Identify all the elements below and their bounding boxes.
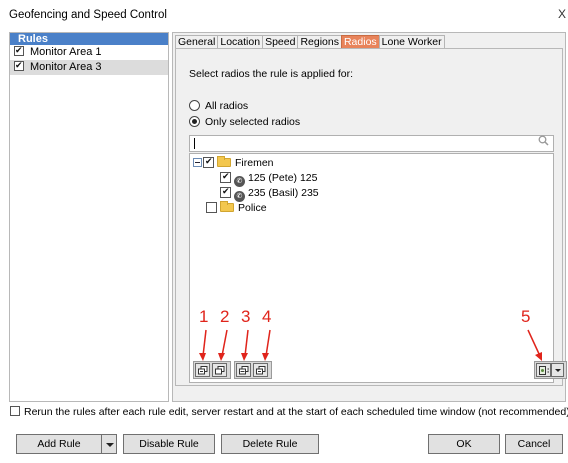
rule-label: Monitor Area 3 — [30, 61, 102, 73]
rule-settings-panel: General Location Speed Regions Radios Lone Wo… — [172, 32, 567, 402]
rule-label: Monitor Area 1 — [30, 46, 102, 58]
annotation-5: 5 — [521, 307, 531, 326]
only-selected-radios-label: Only selected radios — [205, 116, 301, 128]
text-caret — [194, 138, 195, 149]
all-radios-option[interactable]: All radios — [189, 99, 248, 113]
window-title: Geofencing and Speed Control — [9, 9, 167, 21]
disable-rule-button[interactable]: Disable Rule — [123, 434, 215, 454]
annotation-3: 3 — [241, 307, 251, 326]
rule-item-monitor-area-1[interactable]: Monitor Area 1 — [10, 44, 168, 60]
radio-tree: Firemen ✆125 (Pete) 125 ✆235 (Basil) 235… — [189, 153, 567, 383]
cancel-button[interactable]: Cancel — [505, 434, 563, 454]
tab-regions[interactable]: Regions — [297, 35, 342, 49]
annotation-1: 1 — [199, 307, 209, 326]
add-rule-dropdown-arrow[interactable] — [101, 434, 117, 454]
radio-search-input[interactable] — [189, 135, 554, 152]
annotation-arrows — [199, 329, 542, 361]
rule-item-monitor-area-3[interactable]: Monitor Area 3 — [10, 59, 168, 75]
rerun-label: Rerun the rules after each rule edit, se… — [24, 406, 568, 418]
title-bar: Geofencing and Speed Control X — [0, 0, 568, 30]
rule-checkbox[interactable] — [14, 59, 24, 74]
radios-prompt: Select radios the rule is applied for: — [189, 68, 354, 80]
rerun-checkbox[interactable] — [10, 406, 20, 416]
geofencing-dialog: Geofencing and Speed Control X Rules Mon… — [0, 0, 568, 463]
close-icon[interactable]: X — [558, 7, 566, 21]
rule-checkbox[interactable] — [14, 44, 24, 59]
tab-general[interactable]: General — [175, 35, 219, 49]
tab-lone-worker[interactable]: Lone Worker — [378, 35, 445, 49]
rerun-rules-option[interactable]: Rerun the rules after each rule edit, se… — [10, 405, 568, 421]
ok-button[interactable]: OK — [428, 434, 500, 454]
annotation-2: 2 — [220, 307, 230, 326]
only-selected-radios-option[interactable]: Only selected radios — [189, 115, 300, 129]
tab-location[interactable]: Location — [217, 35, 264, 49]
add-rule-button[interactable]: Add Rule — [16, 434, 102, 454]
all-radios-radio[interactable] — [189, 100, 200, 111]
radios-tab-body: Select radios the rule is applied for: A… — [175, 48, 567, 386]
delete-rule-button[interactable]: Delete Rule — [221, 434, 319, 454]
only-selected-radios-radio[interactable] — [189, 116, 200, 127]
tab-radios[interactable]: Radios — [340, 35, 380, 49]
all-radios-label: All radios — [205, 100, 249, 112]
annotation-4: 4 — [262, 307, 272, 326]
rules-list: Rules Monitor Area 1 Monitor Area 3 — [9, 32, 169, 402]
search-icon[interactable] — [538, 135, 549, 149]
rules-header: Rules — [10, 33, 168, 45]
tab-strip: General Location Speed Regions Radios Lone Wo… — [175, 35, 445, 49]
tab-speed[interactable]: Speed — [262, 35, 299, 49]
